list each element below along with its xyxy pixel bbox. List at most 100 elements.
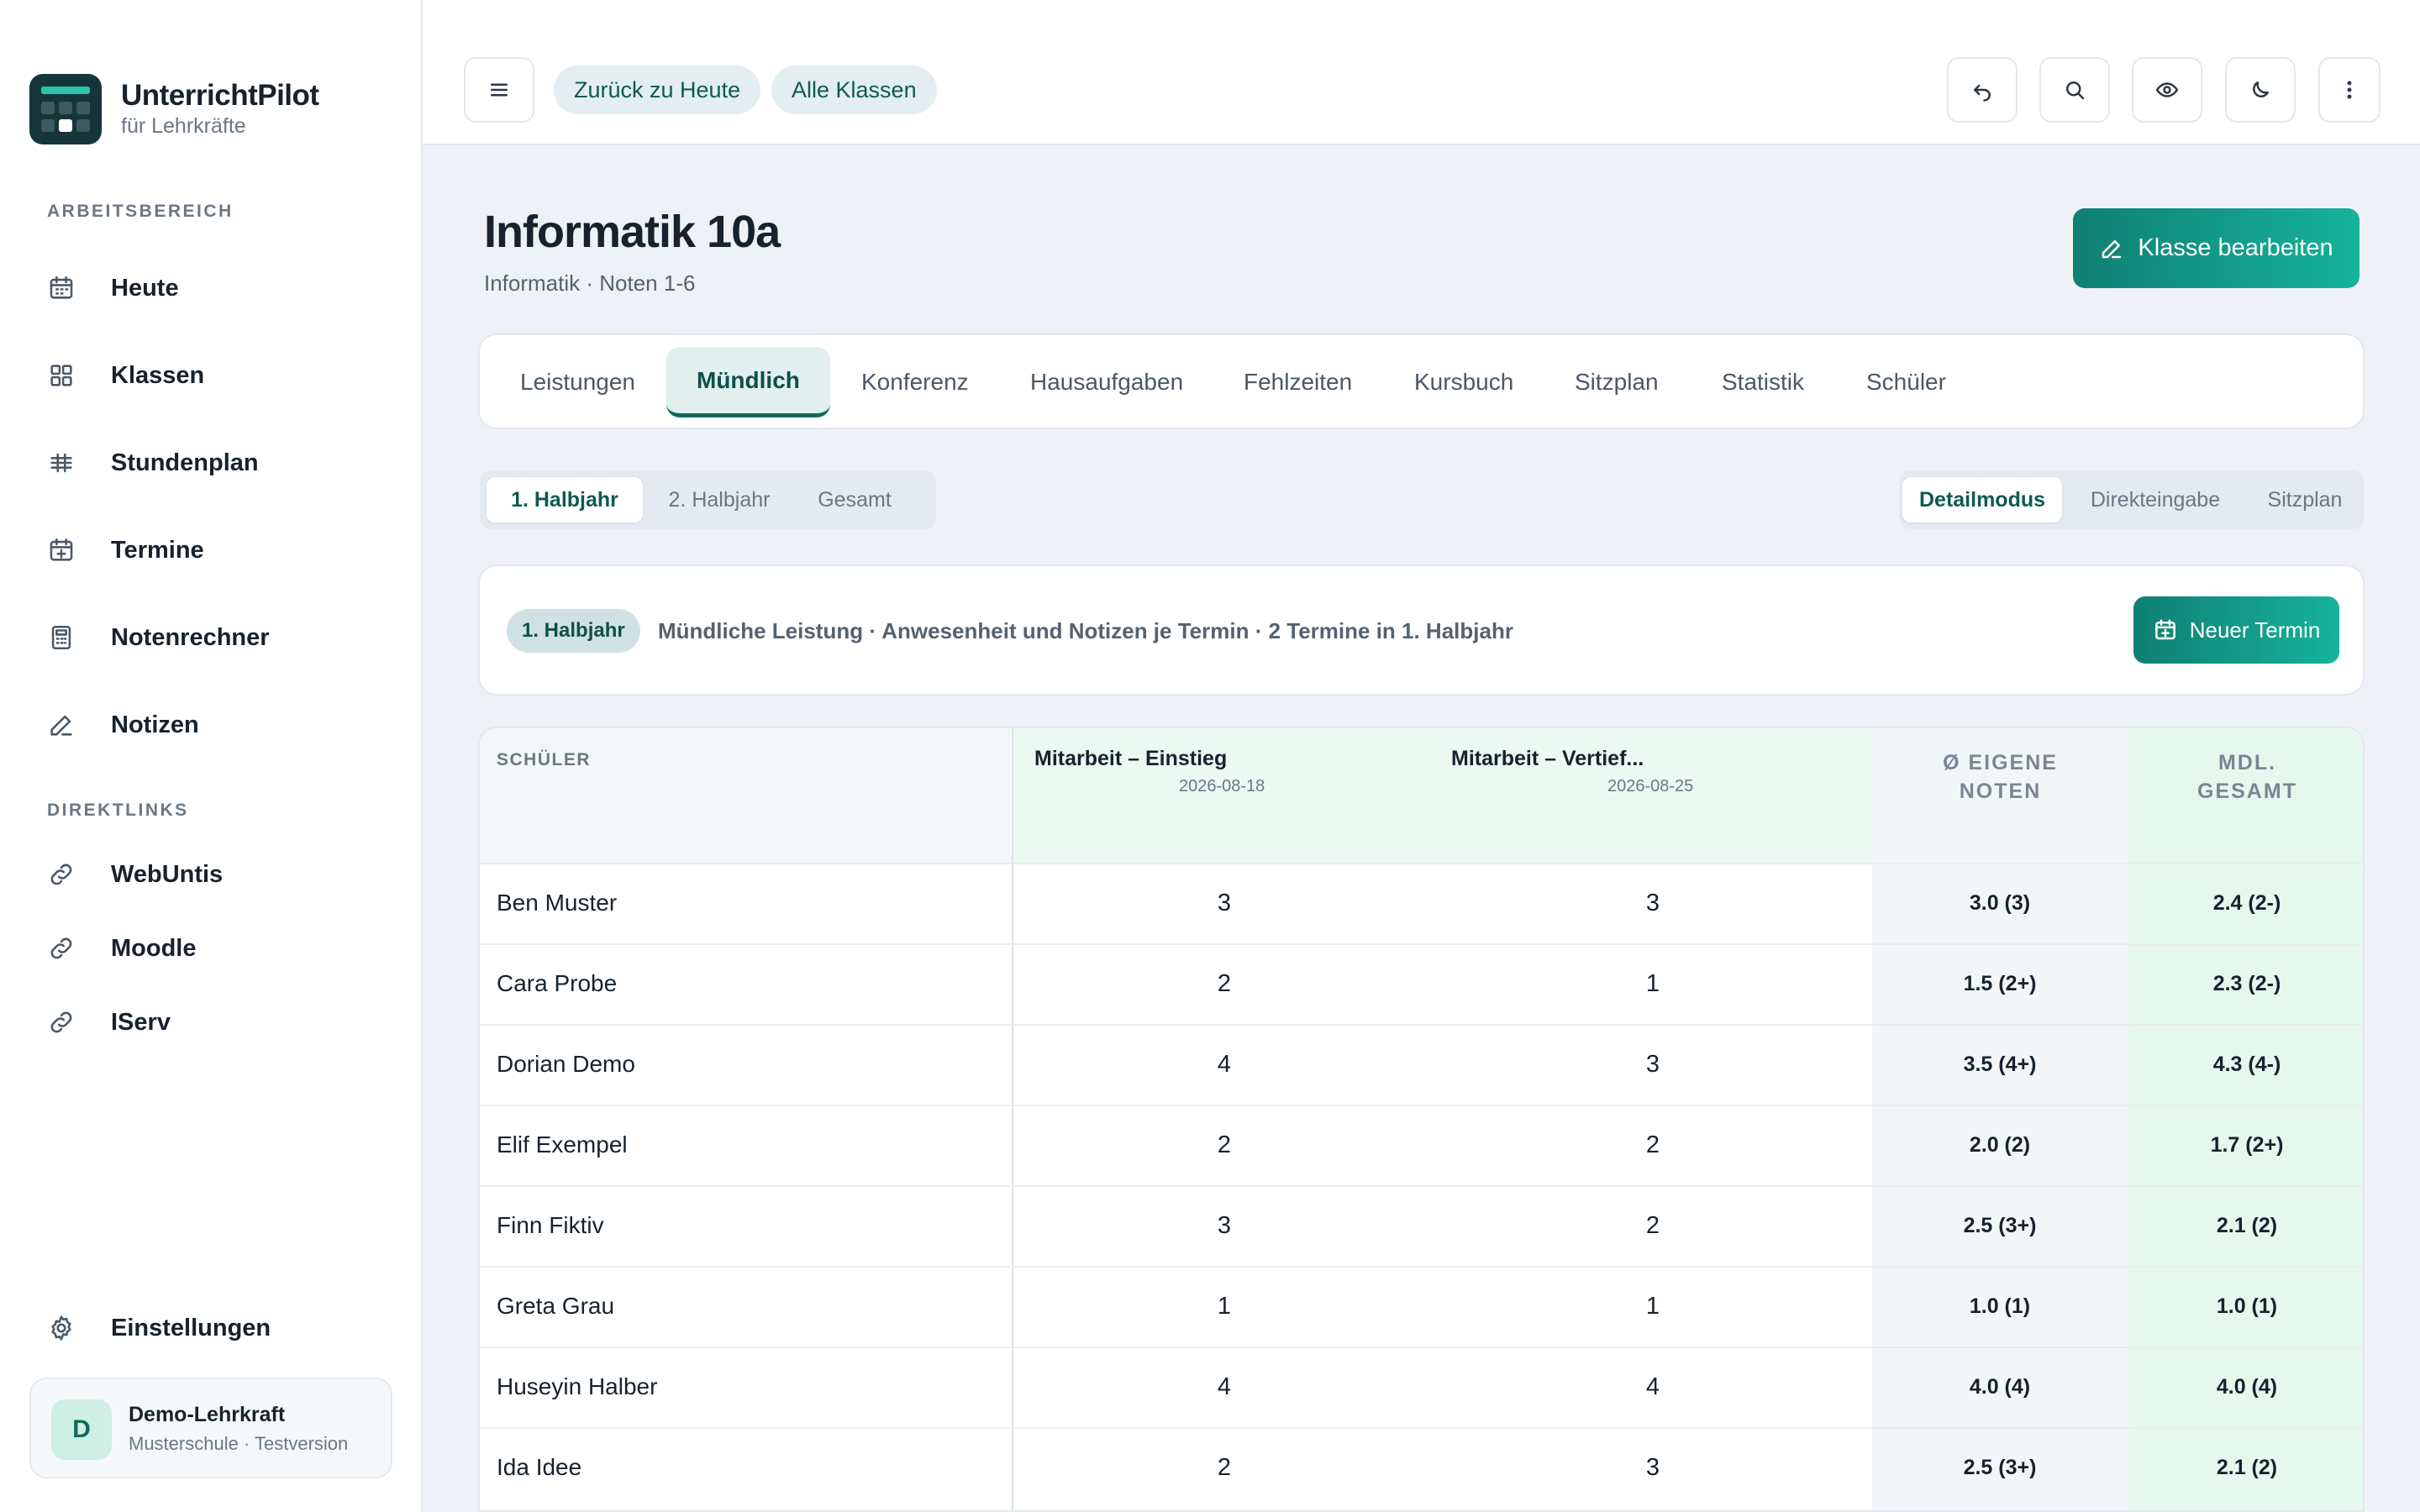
section-label-links: DIREKTLINKS xyxy=(47,801,189,820)
grade-cell[interactable]: 3 xyxy=(1174,890,1275,917)
sidebar-item-klassen[interactable]: Klassen xyxy=(47,350,400,401)
table-row[interactable]: Elif Exempel 2 2 2.0 (2) 1.7 (2+) xyxy=(480,1105,2363,1185)
halfyear-option-total[interactable]: Gesamt xyxy=(796,477,913,522)
total-cell: 2.3 (2-) xyxy=(2212,972,2281,995)
calendar-plus-icon xyxy=(2154,619,2175,640)
sidebar-item-notenrechner[interactable]: Notenrechner xyxy=(47,612,400,663)
column-header-total-line2: GESAMT xyxy=(2197,780,2297,803)
tab-konferenz[interactable]: Konferenz xyxy=(861,347,969,417)
grade-cell[interactable]: 2 xyxy=(1602,1212,1703,1240)
grade-cell[interactable]: 2 xyxy=(1174,1454,1275,1482)
total-cell: 2.1 (2) xyxy=(2216,1456,2278,1479)
column-header-student: SCHÜLER xyxy=(497,750,592,769)
table-row[interactable]: Greta Grau 1 1 1.0 (1) 1.0 (1) xyxy=(480,1266,2363,1347)
table-row[interactable]: Finn Fiktiv 3 2 2.5 (3+) 2.1 (2) xyxy=(480,1185,2363,1266)
sidebar-link-iserv[interactable]: IServ xyxy=(47,997,400,1047)
sidebar: UnterrichtPilot für Lehrkräfte ARBEITSBE… xyxy=(0,0,423,1512)
mode-option-detail[interactable]: Detailmodus xyxy=(1902,477,2062,522)
timetable-icon xyxy=(50,453,72,473)
undo-button[interactable] xyxy=(1947,57,2018,123)
grade-cell[interactable]: 3 xyxy=(1602,1454,1703,1482)
search-button[interactable] xyxy=(2039,57,2110,123)
grade-cell[interactable]: 4 xyxy=(1174,1373,1275,1401)
halfyear-option-1[interactable]: 1. Halbjahr xyxy=(487,477,643,522)
column-header-total-line1: MDL. xyxy=(2217,751,2277,774)
average-cell: 2.0 (2) xyxy=(1969,1133,2031,1157)
sidebar-item-label: Heute xyxy=(111,274,179,302)
sidebar-item-label: Notizen xyxy=(111,711,199,738)
app-subtitle: für Lehrkräfte xyxy=(121,114,246,138)
link-icon xyxy=(50,1011,72,1033)
tab-hausaufgaben[interactable]: Hausaufgaben xyxy=(1030,347,1183,417)
sidebar-item-label: Klassen xyxy=(111,361,205,389)
eye-icon xyxy=(2155,82,2179,97)
mode-option-seating[interactable]: Sitzplan xyxy=(2252,477,2358,522)
table-row[interactable]: Cara Probe 2 1 1.5 (2+) 2.3 (2-) xyxy=(480,943,2363,1024)
tab-statistik[interactable]: Statistik xyxy=(1722,347,1804,417)
total-cell: 4.0 (4) xyxy=(2216,1375,2278,1399)
mode-option-direct[interactable]: Direkteingabe xyxy=(2067,477,2244,522)
tab-fehlzeiten[interactable]: Fehlzeiten xyxy=(1244,347,1352,417)
grade-cell[interactable]: 1 xyxy=(1174,1293,1275,1320)
average-cell: 1.0 (1) xyxy=(1969,1294,2031,1318)
sidebar-link-moodle[interactable]: Moodle xyxy=(47,923,400,974)
student-name: Elif Exempel xyxy=(497,1131,628,1158)
search-icon xyxy=(2066,81,2085,100)
grade-cell[interactable]: 3 xyxy=(1602,1051,1703,1079)
tab-kursbuch[interactable]: Kursbuch xyxy=(1414,347,1513,417)
tab-muendlich[interactable]: Mündlich xyxy=(666,347,830,417)
menu-button[interactable] xyxy=(464,57,534,123)
total-cell: 2.4 (2-) xyxy=(2212,891,2281,915)
student-name: Dorian Demo xyxy=(497,1051,635,1077)
more-button[interactable] xyxy=(2318,57,2381,123)
term-header-title[interactable]: Mitarbeit – Vertief... xyxy=(1451,747,1644,771)
table-row[interactable]: Ida Idee 2 3 2.5 (3+) 2.1 (2) xyxy=(480,1427,2363,1508)
link-icon xyxy=(50,937,72,959)
tab-leistungen[interactable]: Leistungen xyxy=(520,347,635,417)
grade-cell[interactable]: 1 xyxy=(1602,970,1703,998)
term-header-title[interactable]: Mitarbeit – Einstieg xyxy=(1034,747,1227,771)
tab-schueler[interactable]: Schüler xyxy=(1866,347,1946,417)
sidebar-item-heute[interactable]: Heute xyxy=(47,263,400,313)
sidebar-item-stundenplan[interactable]: Stundenplan xyxy=(47,438,400,488)
sidebar-link-webuntis[interactable]: WebUntis xyxy=(47,849,400,900)
grade-cell[interactable]: 4 xyxy=(1174,1051,1275,1079)
sidebar-item-einstellungen[interactable]: Einstellungen xyxy=(47,1303,400,1353)
back-to-today-button[interactable]: Zurück zu Heute xyxy=(554,66,761,114)
sidebar-item-label: Einstellungen xyxy=(111,1314,271,1341)
grade-cell[interactable]: 1 xyxy=(1602,1293,1703,1320)
user-card[interactable]: D Demo-Lehrkraft Musterschule · Testvers… xyxy=(29,1378,392,1478)
grade-cell[interactable]: 2 xyxy=(1174,1131,1275,1159)
dark-mode-button[interactable] xyxy=(2225,57,2296,123)
table-row[interactable]: Ben Muster 3 3 3.0 (3) 2.4 (2-) xyxy=(480,863,2363,943)
new-term-label: Neuer Termin xyxy=(2189,617,2321,643)
grade-cell[interactable]: 2 xyxy=(1602,1131,1703,1159)
calculator-icon xyxy=(51,625,71,650)
grade-cell[interactable]: 3 xyxy=(1174,1212,1275,1240)
sidebar-item-label: Notenrechner xyxy=(111,623,270,651)
tab-sitzplan[interactable]: Sitzplan xyxy=(1575,347,1659,417)
preview-button[interactable] xyxy=(2132,57,2202,123)
table-row[interactable]: Huseyin Halber 4 4 4.0 (4) 4.0 (4) xyxy=(480,1347,2363,1427)
user-school: Musterschule · Testversion xyxy=(129,1433,349,1454)
mode-switch: Detailmodus Direkteingabe Sitzplan xyxy=(1899,470,2365,529)
total-cell: 1.0 (1) xyxy=(2216,1294,2278,1318)
sidebar-link-label: IServ xyxy=(111,1008,171,1036)
new-term-button[interactable]: Neuer Termin xyxy=(2133,596,2339,664)
grade-cell[interactable]: 3 xyxy=(1602,890,1703,917)
calendar-icon xyxy=(50,276,73,299)
edit-class-button[interactable]: Klasse bearbeiten xyxy=(2073,208,2360,288)
halfyear-option-2[interactable]: 2. Halbjahr xyxy=(648,477,791,522)
sidebar-item-notizen[interactable]: Notizen xyxy=(47,700,400,750)
menu-icon xyxy=(491,83,508,97)
grade-cell[interactable]: 4 xyxy=(1602,1373,1703,1401)
student-name: Huseyin Halber xyxy=(497,1373,658,1399)
sidebar-item-termine[interactable]: Termine xyxy=(47,525,400,575)
section-label-work: ARBEITSBEREICH xyxy=(47,202,234,221)
table-row[interactable]: Dorian Demo 4 3 3.5 (4+) 4.3 (4-) xyxy=(480,1024,2363,1105)
grade-cell[interactable]: 2 xyxy=(1174,970,1275,998)
sidebar-link-label: WebUntis xyxy=(111,860,224,888)
all-classes-button[interactable]: Alle Klassen xyxy=(771,66,937,114)
pencil-icon xyxy=(50,715,72,736)
average-cell: 3.0 (3) xyxy=(1969,891,2031,915)
